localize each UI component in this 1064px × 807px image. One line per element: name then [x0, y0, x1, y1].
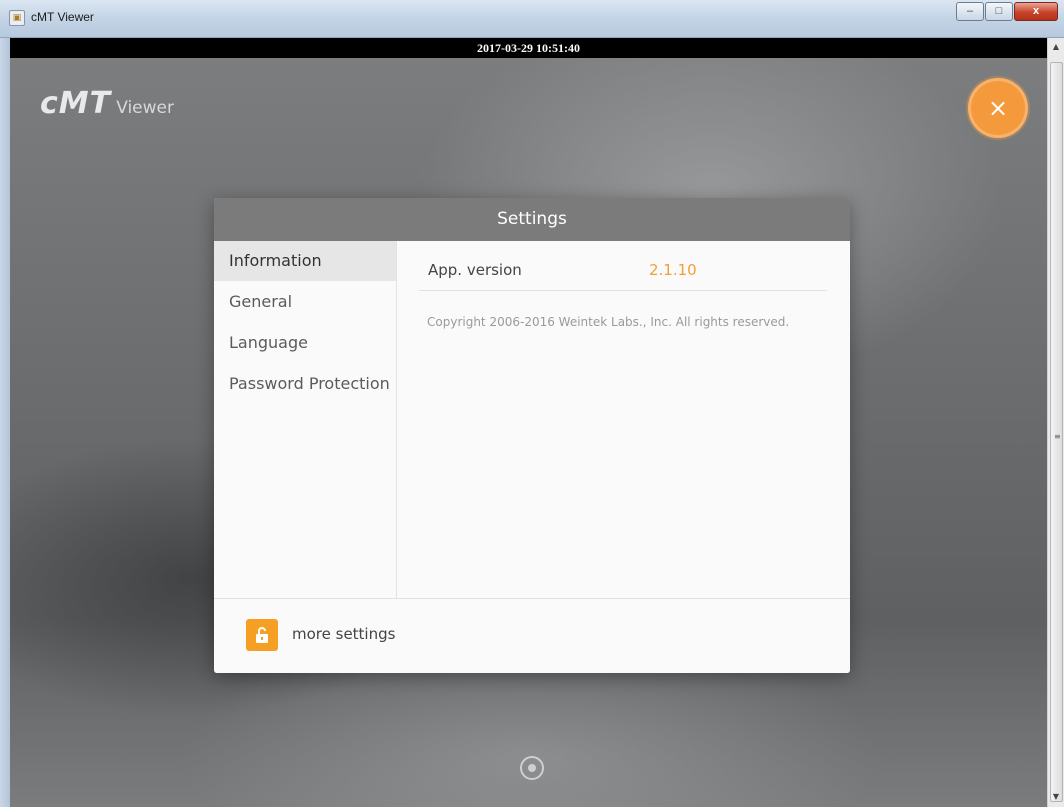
menu-item-label: Language — [229, 333, 308, 352]
settings-dialog: Settings Information General Language Pa… — [214, 198, 850, 673]
close-icon: × — [987, 94, 1009, 122]
vertical-scrollbar[interactable]: ▲ ≡ ▼ — [1047, 38, 1064, 807]
window-left-border — [0, 38, 10, 807]
menu-item-label: Information — [229, 251, 322, 270]
logo-main: cMT — [40, 86, 112, 121]
dialog-body: Information General Language Password Pr… — [214, 241, 850, 598]
cmt-viewer-logo: cMT Viewer — [40, 86, 174, 121]
viewer-stage: cMT Viewer × Settings Information Genera… — [10, 58, 1047, 807]
minimize-button[interactable]: – — [956, 2, 984, 21]
more-settings-lock-button[interactable] — [246, 619, 278, 651]
scroll-down-icon[interactable]: ▼ — [1051, 792, 1061, 802]
scroll-grip-icon: ≡ — [1054, 432, 1061, 441]
app-version-row: App. version 2.1.10 — [419, 249, 827, 291]
menu-item-label: General — [229, 292, 293, 311]
timestamp-bar: 2017-03-29 10:51:40 — [10, 38, 1047, 58]
logo-sub: Viewer — [116, 98, 174, 118]
window-controls: – □ x — [955, 2, 1058, 21]
app-version-label: App. version — [428, 261, 522, 279]
app-version-value: 2.1.10 — [649, 261, 697, 279]
menu-item-language[interactable]: Language — [214, 323, 396, 363]
close-settings-button[interactable]: × — [968, 78, 1028, 138]
menu-item-general[interactable]: General — [214, 282, 396, 322]
home-indicator-icon[interactable] — [520, 756, 544, 780]
window-titlebar: ▣ cMT Viewer – □ x — [0, 0, 1064, 38]
dialog-footer: more settings — [214, 598, 850, 673]
maximize-button[interactable]: □ — [985, 2, 1013, 21]
scroll-up-icon[interactable]: ▲ — [1051, 42, 1061, 52]
menu-item-information[interactable]: Information — [214, 241, 396, 281]
information-panel: App. version 2.1.10 Copyright 2006-2016 … — [397, 241, 850, 598]
app-icon: ▣ — [9, 10, 25, 26]
unlock-icon — [256, 627, 268, 643]
menu-item-password-protection[interactable]: Password Protection — [214, 364, 396, 404]
more-settings-label[interactable]: more settings — [292, 625, 395, 643]
dialog-title: Settings — [214, 198, 850, 241]
menu-item-label: Password Protection — [229, 374, 390, 393]
window-title: cMT Viewer — [31, 10, 94, 24]
window-close-button[interactable]: x — [1014, 2, 1058, 21]
settings-menu: Information General Language Password Pr… — [214, 241, 397, 598]
scroll-thumb[interactable]: ≡ — [1050, 62, 1063, 802]
copyright-text: Copyright 2006-2016 Weintek Labs., Inc. … — [427, 315, 790, 329]
